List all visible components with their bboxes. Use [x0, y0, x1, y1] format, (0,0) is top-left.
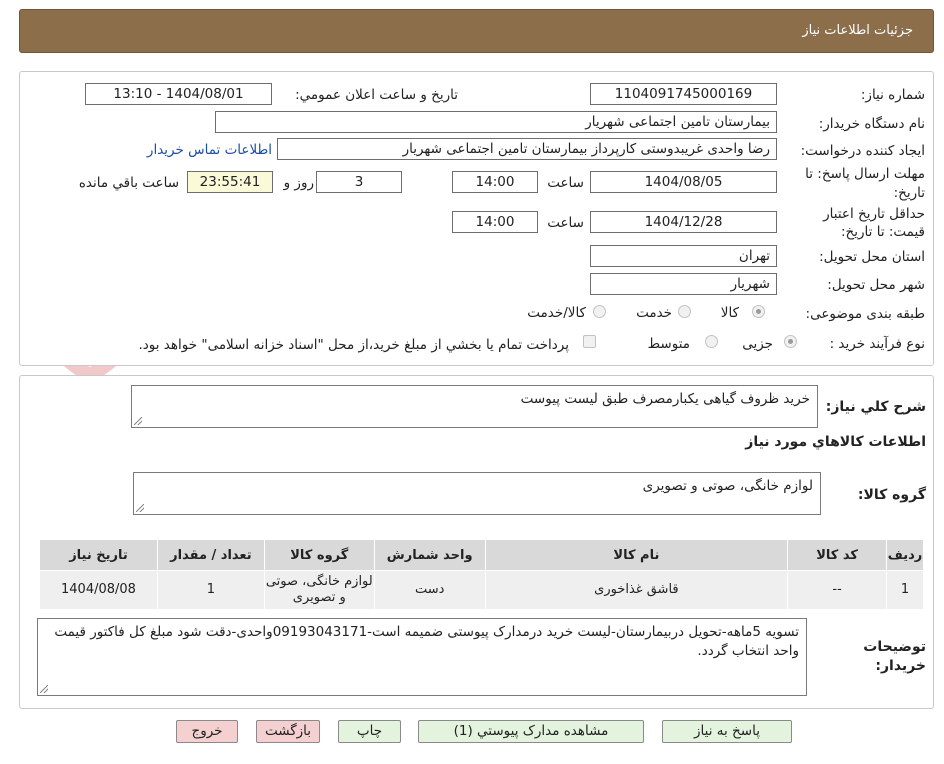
province-label: استان محل تحويل: — [819, 249, 925, 265]
validity-label: حداقل تاريخ اعتبار — [823, 206, 925, 222]
deadline-date-field: 1404/08/05 — [590, 171, 777, 193]
deadline-label: مهلت ارسال پاسخ: تا — [805, 166, 925, 182]
remaining-time-label: ساعت باقي مانده — [78, 175, 179, 191]
requester-label: ايجاد کننده درخواست: — [800, 143, 925, 159]
goods-group-textarea[interactable]: لوازم خانگی، صوتی و تصویری — [133, 472, 821, 515]
cell-quantity: 1 — [156, 570, 265, 610]
cell-row-number: 1 — [886, 570, 924, 610]
buyer-notes-text: تسویه 5ماهه-تحویل دربیمارستان-لیست خرید … — [54, 624, 799, 659]
remaining-time-field: 23:55:41 — [187, 171, 273, 193]
col-header-item-name: نام کالا — [484, 539, 789, 571]
days-label: روز و — [283, 175, 314, 191]
reply-button[interactable]: پاسخ به نياز — [662, 720, 792, 743]
goods-group-text: لوازم خانگی، صوتی و تصویری — [642, 478, 813, 494]
col-header-item-code: کد کالا — [787, 539, 888, 571]
need-number-field: 1104091745000169 — [590, 83, 777, 105]
province-field: تهران — [590, 245, 777, 267]
buyer-org-label: نام دستگاه خريدار: — [818, 116, 925, 132]
announce-datetime-field: 1404/08/01 - 13:10 — [85, 83, 272, 105]
page-header: جزئیات اطلاعات نیاز — [19, 9, 934, 53]
category-goods-label: کالا — [720, 305, 739, 321]
category-label: طبقه بندی موضوعی: — [805, 306, 925, 322]
buyer-notes-label: توضيحات — [863, 639, 926, 655]
process-medium-radio[interactable] — [705, 335, 718, 348]
goods-info-title: اطلاعات کالاهاي مورد نياز — [745, 434, 926, 450]
announce-datetime-label: تاریخ و ساعت اعلان عمومي: — [295, 87, 458, 103]
category-goods-service-label: کالا/خدمت — [527, 305, 586, 321]
summary-text: خرید ظروف گیاهی یکبارمصرف طبق لیست پیوست — [520, 391, 810, 407]
payment-note: پرداخت تمام يا بخشي از مبلغ خريد،از محل … — [138, 337, 569, 353]
goods-group-label: گروه کالا: — [857, 487, 926, 503]
table-header-row: رديف کد کالا نام کالا واحد شمارش گروه کا… — [39, 539, 924, 571]
buyer-org-field: بیمارستان تامین اجتماعی شهریار — [215, 111, 777, 133]
buyer-notes-label-2: خريدار: — [875, 658, 926, 674]
cell-goods-group: لوازم خانگی، صوتی و تصویری — [263, 570, 375, 610]
buyer-notes-textarea[interactable]: تسویه 5ماهه-تحویل دربیمارستان-لیست خرید … — [37, 618, 807, 696]
cell-item-name: قاشق غذاخوری — [484, 570, 789, 610]
need-number-label: شماره نیاز: — [860, 87, 925, 103]
city-label: شهر محل تحويل: — [827, 277, 925, 293]
city-field: شهریار — [590, 273, 777, 295]
validity-time-field: 14:00 — [452, 211, 538, 233]
col-header-need-date: تاريخ نياز — [39, 539, 158, 571]
col-header-goods-group: گروه کالا — [263, 539, 375, 571]
col-header-quantity: تعداد / مقدار — [156, 539, 265, 571]
page-title: جزئیات اطلاعات نیاز — [802, 23, 913, 38]
col-header-unit: واحد شمارش — [373, 539, 486, 571]
buyer-contact-link[interactable]: اطلاعات تماس خريدار — [147, 142, 272, 158]
days-count-field: 3 — [316, 171, 402, 193]
cell-item-code: -- — [787, 570, 888, 610]
exit-button[interactable]: خروج — [176, 720, 238, 743]
process-minor-radio[interactable] — [784, 335, 797, 348]
summary-label: شرح کلي نياز: — [825, 399, 926, 415]
deadline-time-label: ساعت — [547, 175, 584, 191]
category-service-label: خدمت — [636, 305, 672, 321]
treasury-bonds-checkbox[interactable] — [583, 335, 596, 348]
deadline-label-date: تاریخ: — [893, 185, 925, 201]
category-goods-service-radio[interactable] — [593, 305, 606, 318]
table-row: 1 -- قاشق غذاخوری دست لوازم خانگی، صوتی … — [39, 570, 924, 610]
process-medium-label: متوسط — [647, 336, 690, 352]
col-header-row-number: رديف — [886, 539, 924, 571]
category-service-radio[interactable] — [678, 305, 691, 318]
validity-label-date: قيمت: تا تاريخ: — [841, 224, 925, 240]
process-minor-label: جزیی — [742, 336, 773, 352]
back-button[interactable]: بازگشت — [256, 720, 320, 743]
view-attachments-button[interactable]: مشاهده مدارک پيوستي (1) — [418, 720, 644, 743]
requester-field: رضا واحدی غریبدوستی کارپرداز بیمارستان ت… — [277, 138, 777, 160]
goods-table: رديف کد کالا نام کالا واحد شمارش گروه کا… — [39, 539, 924, 610]
process-type-label: نوع فرآيند خريد : — [829, 336, 925, 352]
validity-time-label: ساعت — [547, 215, 584, 231]
cell-unit: دست — [373, 570, 486, 610]
print-button[interactable]: چاپ — [338, 720, 401, 743]
validity-date-field: 1404/12/28 — [590, 211, 777, 233]
cell-need-date: 1404/08/08 — [39, 570, 158, 610]
category-goods-radio[interactable] — [752, 305, 765, 318]
deadline-time-field: 14:00 — [452, 171, 538, 193]
summary-textarea[interactable]: خرید ظروف گیاهی یکبارمصرف طبق لیست پیوست — [131, 385, 818, 428]
